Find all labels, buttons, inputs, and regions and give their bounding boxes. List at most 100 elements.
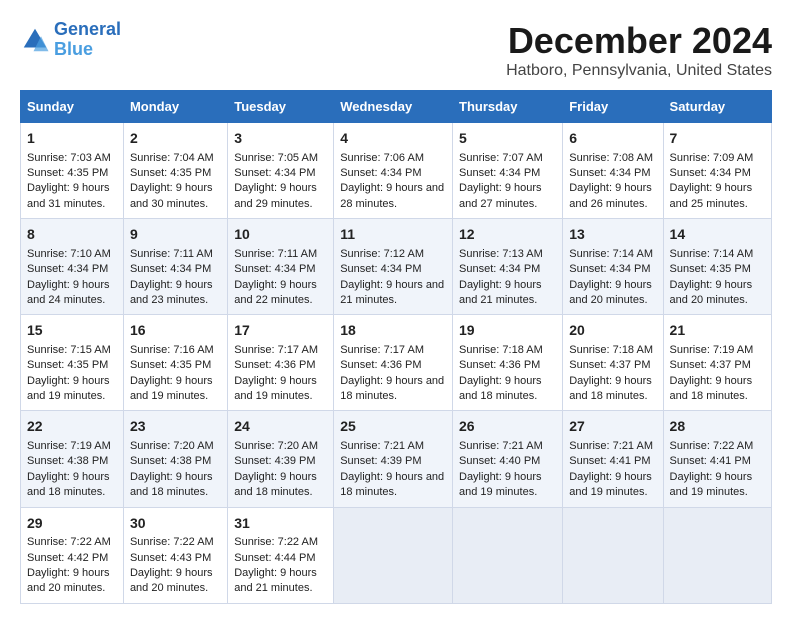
day-number: 9 (130, 225, 221, 245)
sunset-text: Sunset: 4:35 PM (27, 359, 108, 371)
calendar-cell: 14Sunrise: 7:14 AMSunset: 4:35 PMDayligh… (663, 219, 771, 315)
day-number: 12 (459, 225, 556, 245)
sunrise-text: Sunrise: 7:19 AM (27, 440, 111, 452)
daylight-text: Daylight: 9 hours and 23 minutes. (130, 279, 213, 306)
calendar-cell: 21Sunrise: 7:19 AMSunset: 4:37 PMDayligh… (663, 315, 771, 411)
calendar-cell: 24Sunrise: 7:20 AMSunset: 4:39 PMDayligh… (228, 411, 334, 507)
daylight-text: Daylight: 9 hours and 20 minutes. (27, 567, 110, 594)
sunset-text: Sunset: 4:44 PM (234, 552, 315, 564)
calendar-cell (334, 507, 453, 603)
calendar-cell: 12Sunrise: 7:13 AMSunset: 4:34 PMDayligh… (453, 219, 563, 315)
sunset-text: Sunset: 4:35 PM (27, 167, 108, 179)
calendar-cell: 25Sunrise: 7:21 AMSunset: 4:39 PMDayligh… (334, 411, 453, 507)
calendar-cell (453, 507, 563, 603)
daylight-text: Daylight: 9 hours and 19 minutes. (27, 375, 110, 402)
calendar-cell: 29Sunrise: 7:22 AMSunset: 4:42 PMDayligh… (21, 507, 124, 603)
daylight-text: Daylight: 9 hours and 26 minutes. (569, 182, 652, 209)
day-number: 4 (340, 129, 446, 149)
day-number: 15 (27, 321, 117, 341)
logo-icon (20, 25, 50, 55)
weekday-header: Wednesday (334, 91, 453, 123)
daylight-text: Daylight: 9 hours and 18 minutes. (234, 471, 317, 498)
sunset-text: Sunset: 4:36 PM (340, 359, 421, 371)
daylight-text: Daylight: 9 hours and 24 minutes. (27, 279, 110, 306)
calendar-cell: 27Sunrise: 7:21 AMSunset: 4:41 PMDayligh… (563, 411, 663, 507)
sunset-text: Sunset: 4:34 PM (670, 167, 751, 179)
weekday-header: Sunday (21, 91, 124, 123)
calendar-cell (563, 507, 663, 603)
sunrise-text: Sunrise: 7:20 AM (234, 440, 318, 452)
sunrise-text: Sunrise: 7:11 AM (130, 248, 213, 260)
calendar-table: SundayMondayTuesdayWednesdayThursdayFrid… (20, 90, 772, 604)
sunset-text: Sunset: 4:36 PM (459, 359, 540, 371)
sunset-text: Sunset: 4:34 PM (459, 167, 540, 179)
calendar-cell: 1Sunrise: 7:03 AMSunset: 4:35 PMDaylight… (21, 123, 124, 219)
sunrise-text: Sunrise: 7:22 AM (670, 440, 754, 452)
calendar-cell: 8Sunrise: 7:10 AMSunset: 4:34 PMDaylight… (21, 219, 124, 315)
day-number: 29 (27, 514, 117, 534)
sunrise-text: Sunrise: 7:22 AM (27, 536, 111, 548)
calendar-cell: 30Sunrise: 7:22 AMSunset: 4:43 PMDayligh… (123, 507, 227, 603)
sunrise-text: Sunrise: 7:11 AM (234, 248, 317, 260)
day-number: 31 (234, 514, 327, 534)
calendar-week-row: 29Sunrise: 7:22 AMSunset: 4:42 PMDayligh… (21, 507, 772, 603)
sunrise-text: Sunrise: 7:04 AM (130, 152, 214, 164)
sunset-text: Sunset: 4:43 PM (130, 552, 211, 564)
sunrise-text: Sunrise: 7:17 AM (234, 344, 318, 356)
sunrise-text: Sunrise: 7:20 AM (130, 440, 214, 452)
calendar-week-row: 22Sunrise: 7:19 AMSunset: 4:38 PMDayligh… (21, 411, 772, 507)
daylight-text: Daylight: 9 hours and 31 minutes. (27, 182, 110, 209)
day-number: 18 (340, 321, 446, 341)
daylight-text: Daylight: 9 hours and 29 minutes. (234, 182, 317, 209)
sunset-text: Sunset: 4:35 PM (670, 263, 751, 275)
daylight-text: Daylight: 9 hours and 21 minutes. (234, 567, 317, 594)
calendar-cell: 22Sunrise: 7:19 AMSunset: 4:38 PMDayligh… (21, 411, 124, 507)
sunset-text: Sunset: 4:40 PM (459, 455, 540, 467)
calendar-cell: 4Sunrise: 7:06 AMSunset: 4:34 PMDaylight… (334, 123, 453, 219)
daylight-text: Daylight: 9 hours and 27 minutes. (459, 182, 542, 209)
day-number: 25 (340, 417, 446, 437)
daylight-text: Daylight: 9 hours and 20 minutes. (670, 279, 753, 306)
day-number: 1 (27, 129, 117, 149)
sunset-text: Sunset: 4:34 PM (569, 167, 650, 179)
day-number: 26 (459, 417, 556, 437)
calendar-cell: 3Sunrise: 7:05 AMSunset: 4:34 PMDaylight… (228, 123, 334, 219)
sunset-text: Sunset: 4:34 PM (340, 167, 421, 179)
calendar-cell: 9Sunrise: 7:11 AMSunset: 4:34 PMDaylight… (123, 219, 227, 315)
calendar-cell: 13Sunrise: 7:14 AMSunset: 4:34 PMDayligh… (563, 219, 663, 315)
sunrise-text: Sunrise: 7:08 AM (569, 152, 653, 164)
main-title: December 2024 (506, 20, 772, 62)
calendar-cell: 17Sunrise: 7:17 AMSunset: 4:36 PMDayligh… (228, 315, 334, 411)
calendar-cell: 2Sunrise: 7:04 AMSunset: 4:35 PMDaylight… (123, 123, 227, 219)
day-number: 27 (569, 417, 656, 437)
sunset-text: Sunset: 4:38 PM (130, 455, 211, 467)
calendar-week-row: 15Sunrise: 7:15 AMSunset: 4:35 PMDayligh… (21, 315, 772, 411)
day-number: 3 (234, 129, 327, 149)
sunrise-text: Sunrise: 7:18 AM (569, 344, 653, 356)
calendar-cell: 11Sunrise: 7:12 AMSunset: 4:34 PMDayligh… (334, 219, 453, 315)
day-number: 10 (234, 225, 327, 245)
sunset-text: Sunset: 4:34 PM (340, 263, 421, 275)
daylight-text: Daylight: 9 hours and 30 minutes. (130, 182, 213, 209)
day-number: 23 (130, 417, 221, 437)
sunset-text: Sunset: 4:34 PM (459, 263, 540, 275)
sunset-text: Sunset: 4:34 PM (27, 263, 108, 275)
logo: General Blue (20, 20, 121, 60)
daylight-text: Daylight: 9 hours and 21 minutes. (340, 279, 444, 306)
weekday-header: Friday (563, 91, 663, 123)
sunset-text: Sunset: 4:34 PM (234, 167, 315, 179)
sunrise-text: Sunrise: 7:07 AM (459, 152, 543, 164)
calendar-cell: 31Sunrise: 7:22 AMSunset: 4:44 PMDayligh… (228, 507, 334, 603)
daylight-text: Daylight: 9 hours and 18 minutes. (340, 375, 444, 402)
sunset-text: Sunset: 4:41 PM (569, 455, 650, 467)
sunset-text: Sunset: 4:34 PM (569, 263, 650, 275)
weekday-header: Saturday (663, 91, 771, 123)
daylight-text: Daylight: 9 hours and 18 minutes. (27, 471, 110, 498)
daylight-text: Daylight: 9 hours and 18 minutes. (459, 375, 542, 402)
daylight-text: Daylight: 9 hours and 20 minutes. (569, 279, 652, 306)
sunrise-text: Sunrise: 7:21 AM (459, 440, 543, 452)
sunset-text: Sunset: 4:35 PM (130, 359, 211, 371)
sunrise-text: Sunrise: 7:21 AM (340, 440, 424, 452)
day-number: 30 (130, 514, 221, 534)
sunset-text: Sunset: 4:38 PM (27, 455, 108, 467)
